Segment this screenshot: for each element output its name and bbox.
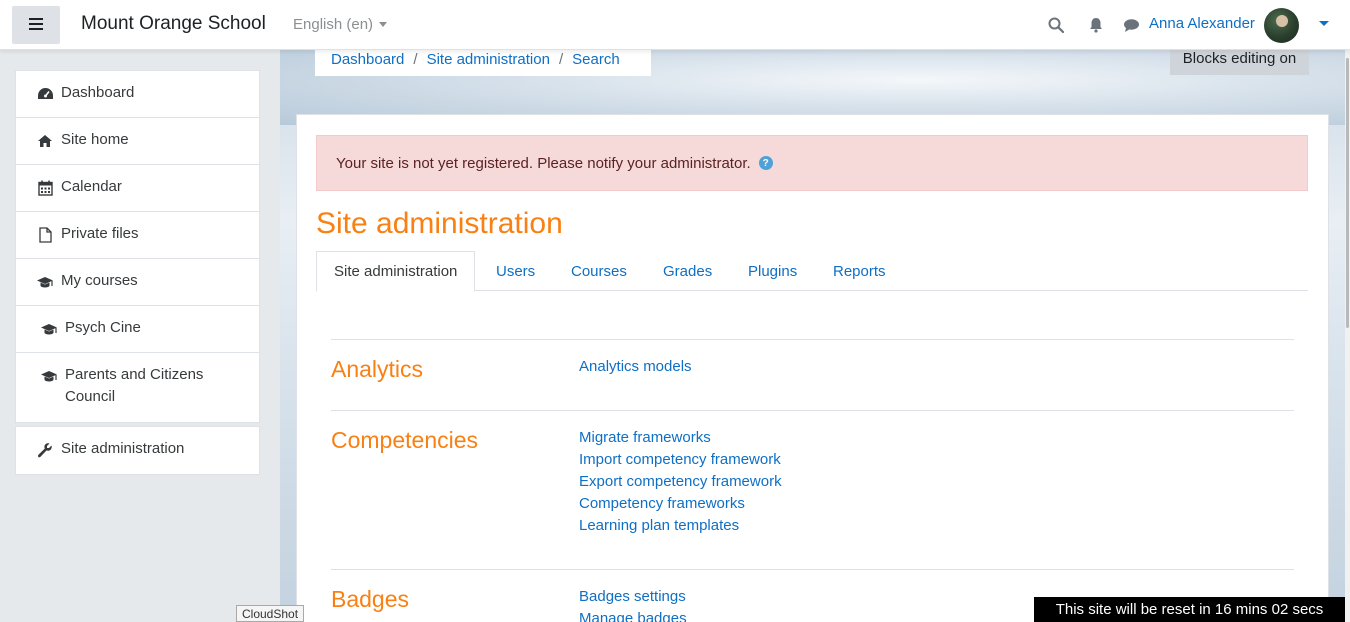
chat-icon[interactable] [1121,15,1141,35]
cloudshot-tooltip: CloudShot [236,605,305,622]
section-analytics: Analytics Analytics models [331,339,1294,410]
sidebar-item-label: Private files [61,225,139,242]
tab-courses[interactable]: Courses [554,251,644,291]
top-navbar: Mount Orange School English (en) Anna Al… [0,0,1350,50]
drawer-admin-nav: Site administration [15,426,260,475]
alert-text: Your site is not yet registered. Please … [336,154,751,172]
tab-plugins[interactable]: Plugins [731,251,814,291]
section-links: Badges settings Manage badges [579,586,687,622]
breadcrumb-site-administration[interactable]: Site administration [427,51,550,68]
breadcrumb-dashboard[interactable]: Dashboard [331,51,404,68]
sidebar-item-calendar[interactable]: Calendar [16,165,259,212]
calendar-icon [36,179,54,197]
drawer-main-nav: Dashboard Site home Calendar Private fil… [15,70,260,423]
avatar[interactable] [1264,8,1299,43]
site-name[interactable]: Mount Orange School [81,13,266,35]
section-title: Analytics [331,356,424,382]
section-links: Analytics models [579,356,692,378]
link-migrate-frameworks[interactable]: Migrate frameworks [579,427,782,449]
breadcrumb-separator: / [413,50,418,68]
home-icon [36,132,54,150]
language-menu[interactable]: English (en) [293,16,388,33]
drawer-toggle-button[interactable] [12,6,60,44]
breadcrumb-search[interactable]: Search [572,51,620,68]
link-manage-badges[interactable]: Manage badges [579,608,687,622]
section-title: Badges [331,586,410,612]
graduation-cap-icon [36,273,54,291]
registration-alert: Your site is not yet registered. Please … [316,135,1308,191]
section-title: Competencies [331,427,479,453]
link-competency-frameworks[interactable]: Competency frameworks [579,493,782,515]
sidebar-item-label: Calendar [61,178,122,195]
wrench-icon [36,441,54,459]
tab-users[interactable]: Users [479,251,552,291]
breadcrumb-separator: / [558,50,564,68]
graduation-cap-icon [40,367,58,385]
link-analytics-models[interactable]: Analytics models [579,356,692,378]
sidebar-item-label: Parents and Citizens Council [65,366,204,405]
sidebar-item-site-administration[interactable]: Site administration [16,427,259,474]
sidebar-item-course[interactable]: Psych Cine [16,306,259,353]
graduation-cap-icon [40,320,58,338]
sidebar-item-label: Site home [61,131,129,148]
reset-timer-banner: This site will be reset in 16 mins 02 se… [1034,597,1345,622]
tab-reports[interactable]: Reports [816,251,903,291]
tab-site-administration[interactable]: Site administration [316,251,476,292]
sidebar-item-label: Psych Cine [65,319,141,336]
search-icon[interactable] [1046,15,1066,35]
sidebar-item-site-home[interactable]: Site home [16,118,259,165]
dashboard-icon [36,85,54,103]
tab-grades[interactable]: Grades [646,251,729,291]
section-competencies: Competencies Migrate frameworks Import c… [331,410,1294,569]
bell-icon[interactable] [1086,15,1106,35]
language-label: English (en) [293,16,374,33]
page-title: Site administration [316,207,563,240]
file-icon [36,226,54,244]
sidebar-item-label: My courses [61,272,138,289]
sidebar-item-label: Site administration [61,440,185,457]
help-icon[interactable]: ? [758,156,773,170]
link-import-competency-framework[interactable]: Import competency framework [579,449,782,471]
sidebar-item-dashboard[interactable]: Dashboard [16,71,259,118]
sidebar-item-course[interactable]: Parents and Citizens Council [16,353,259,422]
section-links: Migrate frameworks Import competency fra… [579,427,782,537]
hamburger-icon [29,17,43,34]
user-menu-name[interactable]: Anna Alexander [1149,15,1255,32]
sidebar-item-private-files[interactable]: Private files [16,212,259,259]
chevron-down-icon [379,22,388,27]
link-export-competency-framework[interactable]: Export competency framework [579,471,782,493]
sidebar-item-label: Dashboard [61,84,135,101]
chevron-down-icon[interactable] [1319,21,1329,26]
link-badges-settings[interactable]: Badges settings [579,586,687,608]
link-learning-plan-templates[interactable]: Learning plan templates [579,515,782,537]
admin-tabs: Site administration Users Courses Grades… [316,251,1308,292]
sidebar-item-my-courses[interactable]: My courses [16,259,259,306]
scrollbar-thumb[interactable] [1346,58,1349,328]
